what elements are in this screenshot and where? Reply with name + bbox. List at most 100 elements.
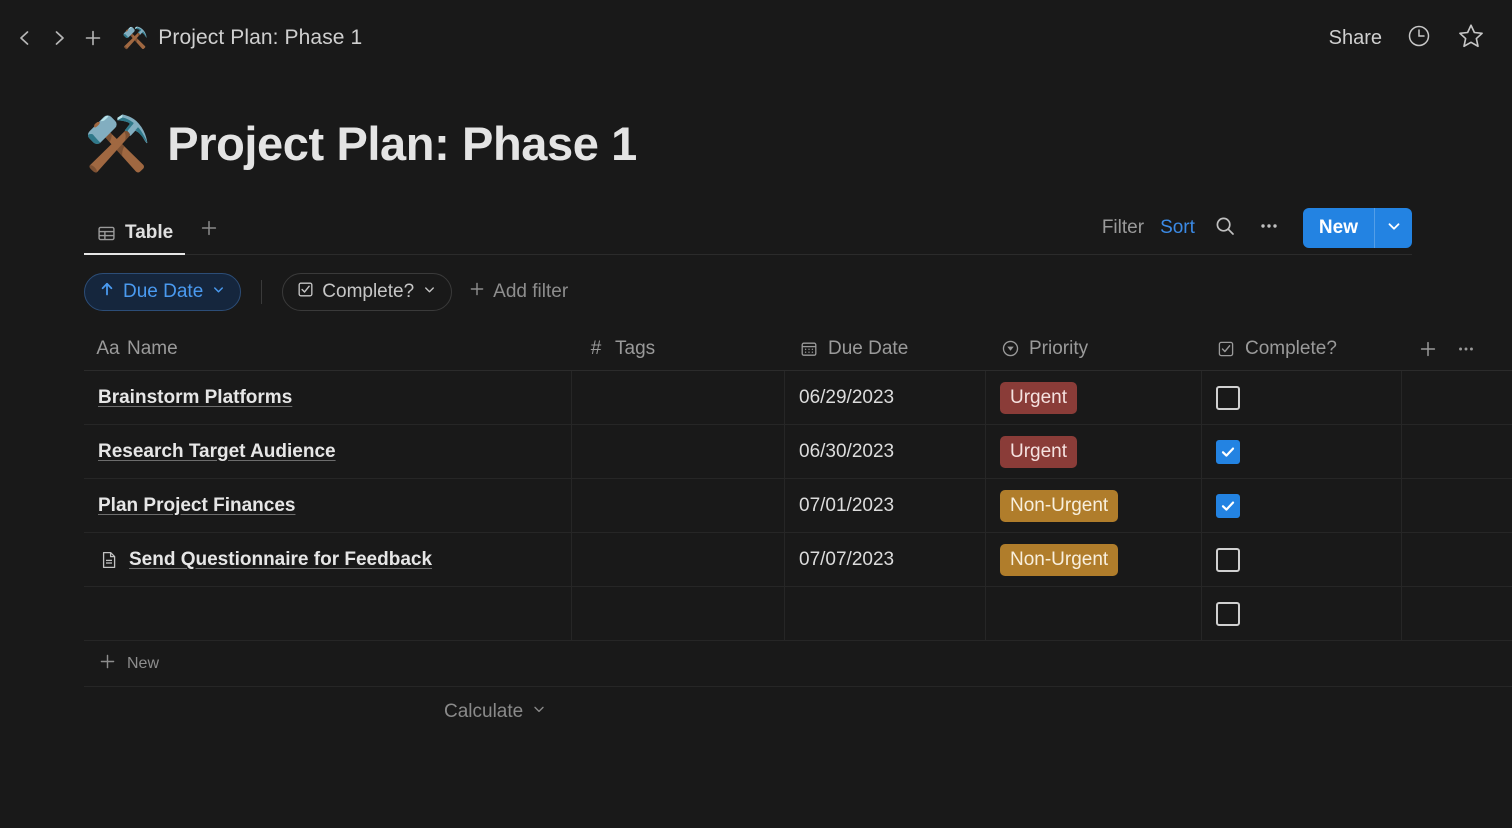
add-filter-button[interactable]: Add filter bbox=[468, 280, 568, 304]
complete-checkbox[interactable] bbox=[1216, 602, 1240, 626]
search-button[interactable] bbox=[1211, 214, 1239, 242]
new-page-button[interactable] bbox=[76, 21, 110, 55]
priority-tag: Urgent bbox=[1000, 382, 1077, 414]
complete-checkbox[interactable] bbox=[1216, 548, 1240, 572]
cell-tags[interactable] bbox=[572, 587, 785, 640]
cell-priority[interactable]: Non-Urgent bbox=[986, 479, 1202, 532]
chip-divider bbox=[261, 280, 262, 304]
cell-name[interactable]: Research Target Audience bbox=[84, 425, 572, 478]
cell-due-date[interactable]: 06/30/2023 bbox=[785, 425, 986, 478]
cell-name[interactable] bbox=[84, 587, 572, 640]
row-title[interactable]: Research Target Audience bbox=[98, 441, 336, 463]
table-row[interactable] bbox=[84, 587, 1512, 641]
calculate-button[interactable]: Calculate bbox=[444, 701, 547, 723]
chevron-left-icon bbox=[15, 28, 35, 48]
chevron-right-icon bbox=[49, 28, 69, 48]
cell-spacer bbox=[1402, 533, 1512, 586]
tab-table[interactable]: Table bbox=[84, 222, 185, 254]
complete-checkbox[interactable] bbox=[1216, 440, 1240, 464]
new-row-label: New bbox=[127, 655, 159, 673]
chevron-down-icon bbox=[422, 281, 437, 303]
table-options-button[interactable] bbox=[1456, 339, 1476, 359]
column-header-name[interactable]: Aa Name bbox=[84, 327, 572, 370]
cell-complete[interactable] bbox=[1202, 533, 1402, 586]
table-row[interactable]: Send Questionnaire for Feedback 07/07/20… bbox=[84, 533, 1512, 587]
page-icon bbox=[98, 549, 120, 571]
cell-complete[interactable] bbox=[1202, 371, 1402, 424]
view-tabs: Table bbox=[84, 218, 229, 254]
cell-priority[interactable]: Urgent bbox=[986, 425, 1202, 478]
cell-due-date[interactable]: 07/07/2023 bbox=[785, 533, 986, 586]
cell-due-date[interactable] bbox=[785, 587, 986, 640]
new-record-label: New bbox=[1303, 208, 1374, 248]
priority-tag: Non-Urgent bbox=[1000, 490, 1118, 522]
row-title[interactable]: Brainstorm Platforms bbox=[98, 387, 292, 409]
plus-icon bbox=[98, 652, 117, 676]
chevron-down-icon bbox=[211, 281, 226, 303]
chevron-down-icon bbox=[1385, 217, 1403, 240]
new-record-dropdown[interactable] bbox=[1374, 208, 1412, 248]
cell-tags[interactable] bbox=[572, 425, 785, 478]
tab-label: Table bbox=[125, 222, 173, 244]
due-date-value: 06/30/2023 bbox=[799, 441, 894, 463]
favorite-button[interactable] bbox=[1456, 23, 1486, 53]
table-row[interactable]: Research Target Audience 06/30/2023 Urge… bbox=[84, 425, 1512, 479]
row-title[interactable]: Send Questionnaire for Feedback bbox=[129, 549, 432, 571]
cell-priority[interactable]: Non-Urgent bbox=[986, 533, 1202, 586]
cell-tags[interactable] bbox=[572, 479, 785, 532]
title-icon: Aa bbox=[98, 339, 118, 359]
page-title[interactable]: Project Plan: Phase 1 bbox=[167, 116, 637, 171]
new-record-button[interactable]: New bbox=[1303, 208, 1412, 248]
hammer-and-pick-icon: ⚒️ bbox=[122, 28, 148, 49]
complete-checkbox[interactable] bbox=[1216, 494, 1240, 518]
cell-due-date[interactable]: 06/29/2023 bbox=[785, 371, 986, 424]
back-button[interactable] bbox=[8, 21, 42, 55]
breadcrumb[interactable]: ⚒️ Project Plan: Phase 1 bbox=[122, 26, 362, 50]
filter-button[interactable]: Filter bbox=[1102, 217, 1144, 239]
sort-button[interactable]: Sort bbox=[1160, 217, 1195, 239]
due-date-value: 07/01/2023 bbox=[799, 495, 894, 517]
column-label: Due Date bbox=[828, 338, 908, 360]
add-view-button[interactable] bbox=[189, 218, 229, 254]
table-row[interactable]: Plan Project Finances 07/01/2023 Non-Urg… bbox=[84, 479, 1512, 533]
cell-name[interactable]: Plan Project Finances bbox=[84, 479, 572, 532]
cell-priority[interactable] bbox=[986, 587, 1202, 640]
view-toolbar: Filter Sort New bbox=[1102, 208, 1412, 254]
cell-name[interactable]: Brainstorm Platforms bbox=[84, 371, 572, 424]
top-bar-actions: Share bbox=[1329, 23, 1486, 53]
column-header-complete[interactable]: Complete? bbox=[1202, 327, 1402, 370]
column-header-due-date[interactable]: Due Date bbox=[785, 327, 986, 370]
cell-complete[interactable] bbox=[1202, 425, 1402, 478]
column-label: Priority bbox=[1029, 338, 1088, 360]
sort-chip-label: Due Date bbox=[123, 281, 203, 303]
cell-complete[interactable] bbox=[1202, 587, 1402, 640]
row-title[interactable]: Plan Project Finances bbox=[98, 495, 295, 517]
filter-chip-complete[interactable]: Complete? bbox=[282, 273, 452, 311]
sort-chip-due-date[interactable]: Due Date bbox=[84, 273, 241, 311]
cell-spacer bbox=[1402, 479, 1512, 532]
column-header-priority[interactable]: Priority bbox=[986, 327, 1202, 370]
page-header: ⚒️ Project Plan: Phase 1 bbox=[0, 76, 1512, 171]
view-bar: Table Filter Sort New bbox=[84, 205, 1412, 255]
share-button[interactable]: Share bbox=[1329, 27, 1382, 50]
complete-checkbox[interactable] bbox=[1216, 386, 1240, 410]
cell-due-date[interactable]: 07/01/2023 bbox=[785, 479, 986, 532]
history-button[interactable] bbox=[1404, 23, 1434, 53]
forward-button[interactable] bbox=[42, 21, 76, 55]
cell-priority[interactable]: Urgent bbox=[986, 371, 1202, 424]
view-options-button[interactable] bbox=[1255, 214, 1283, 242]
column-header-actions bbox=[1402, 327, 1512, 370]
hammer-and-pick-icon[interactable]: ⚒️ bbox=[84, 117, 151, 171]
cell-tags[interactable] bbox=[572, 371, 785, 424]
plus-icon bbox=[199, 218, 219, 243]
priority-tag: Non-Urgent bbox=[1000, 544, 1118, 576]
cell-complete[interactable] bbox=[1202, 479, 1402, 532]
table-row[interactable]: Brainstorm Platforms 06/29/2023 Urgent bbox=[84, 371, 1512, 425]
new-row-button[interactable]: New bbox=[84, 641, 1512, 687]
plus-icon bbox=[468, 280, 486, 304]
add-column-button[interactable] bbox=[1418, 339, 1438, 359]
column-header-tags[interactable]: # Tags bbox=[572, 327, 785, 370]
cell-tags[interactable] bbox=[572, 533, 785, 586]
cell-spacer bbox=[1402, 587, 1512, 640]
cell-name[interactable]: Send Questionnaire for Feedback bbox=[84, 533, 572, 586]
